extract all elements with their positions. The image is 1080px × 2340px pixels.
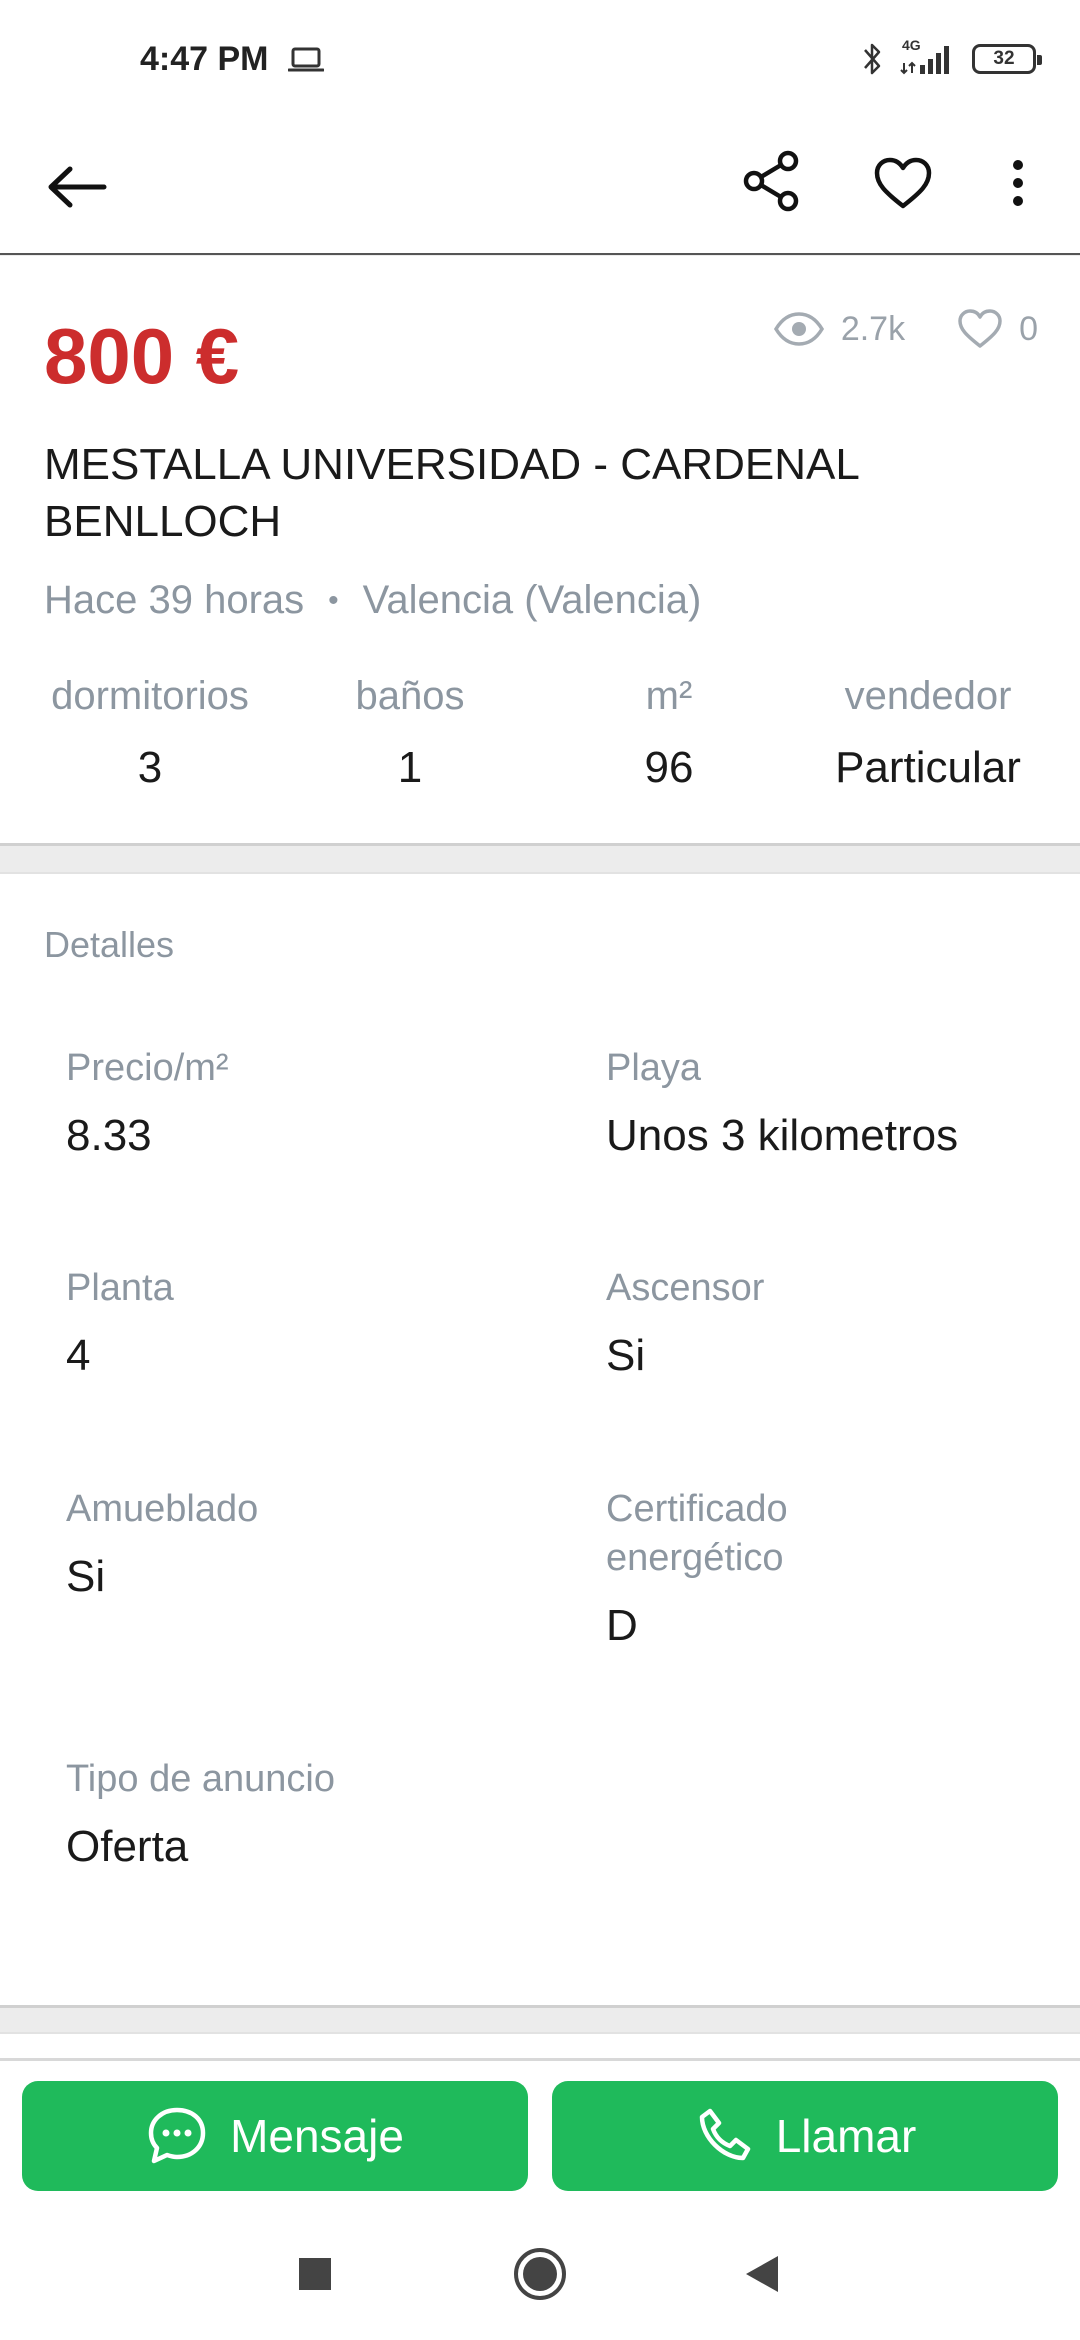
- call-button[interactable]: Llamar: [552, 2081, 1058, 2191]
- details-heading: Detalles: [44, 924, 175, 965]
- listing-features: dormitorios 3 baños 1 m² 96 vendedor Par…: [0, 674, 1080, 804]
- detail-listing-type: Tipo de anuncio Oferta: [66, 1755, 496, 1872]
- likes-count: 0: [1019, 309, 1038, 348]
- square-icon: [299, 2258, 331, 2290]
- message-button-label: Mensaje: [230, 2110, 404, 2162]
- detail-price-per-m2: Precio/m² 8.33: [66, 1044, 496, 1161]
- detail-value: D: [606, 1601, 638, 1650]
- listing-meta: Hace 39 horas • Valencia (Valencia): [44, 578, 701, 623]
- posted-time: Hace 39 horas: [44, 578, 305, 622]
- feature-bedrooms: dormitorios 3: [30, 674, 270, 793]
- eye-icon: [773, 312, 824, 346]
- arrow-left-icon: [48, 166, 107, 208]
- battery-icon: 32: [972, 44, 1042, 74]
- heart-outline-icon: [958, 309, 1002, 348]
- detail-beach: Playa Unos 3 kilometros: [606, 1044, 1036, 1161]
- message-button[interactable]: Mensaje: [22, 2081, 528, 2191]
- call-button-label: Llamar: [775, 2110, 917, 2162]
- detail-floor: Planta 4: [66, 1264, 496, 1381]
- feature-label: m²: [645, 674, 693, 718]
- feature-seller: vendedor Particular: [808, 674, 1048, 793]
- detail-value: 8.33: [66, 1111, 152, 1160]
- listing-stats: 2.7k 0: [773, 308, 1038, 350]
- listing-location: Valencia (Valencia): [362, 578, 702, 622]
- listing-summary-card: 800 € 2.7k 0 MESTALLA UNIVERSIDAD - CARD…: [0, 256, 1080, 846]
- status-time: 4:47 PM: [140, 40, 269, 78]
- listing-title: MESTALLA UNIVERSIDAD - CARDENAL BENLLOCH: [44, 440, 859, 546]
- triangle-back-icon: [746, 2256, 778, 2292]
- detail-label: Playa: [606, 1047, 702, 1089]
- signal-icon: 4G: [898, 37, 958, 77]
- heart-outline-icon: [874, 157, 932, 209]
- recents-button[interactable]: [285, 2244, 345, 2304]
- detail-value: Oferta: [66, 1822, 189, 1871]
- phone-icon: [699, 2108, 750, 2161]
- detail-value: Unos 3 kilometros: [606, 1111, 959, 1160]
- feature-value: 96: [644, 743, 694, 792]
- listing-price: 800 €: [44, 312, 240, 400]
- back-button[interactable]: [40, 150, 114, 224]
- feature-value: 3: [137, 743, 163, 792]
- meta-separator: •: [328, 583, 339, 617]
- feature-label: baños: [355, 674, 465, 718]
- views-stat: 2.7k: [773, 310, 905, 349]
- details-card: Detalles Precio/m² 8.33 Playa Unos 3 kil…: [0, 872, 1080, 2008]
- system-nav-bar: [0, 2208, 1080, 2340]
- detail-value: 4: [66, 1331, 91, 1380]
- detail-label: Planta: [66, 1267, 174, 1309]
- share-icon: [743, 150, 799, 212]
- bluetooth-icon: [864, 43, 881, 75]
- detail-label: Tipo de anuncio: [66, 1758, 336, 1800]
- feature-value: Particular: [835, 743, 1021, 792]
- network-type: 4G: [902, 37, 921, 53]
- detail-label: Precio/m²: [66, 1047, 229, 1089]
- feature-area: m² 96: [549, 674, 789, 793]
- likes-stat: 0: [957, 308, 1038, 350]
- status-bar: 4:47 PM 4G 32: [0, 0, 1080, 120]
- feature-bathrooms: baños 1: [290, 674, 530, 793]
- feature-value: 1: [397, 743, 423, 792]
- home-button[interactable]: [510, 2244, 570, 2304]
- detail-label: Amueblado: [66, 1488, 259, 1530]
- more-options-button[interactable]: [988, 146, 1048, 220]
- home-circle-icon: [514, 2248, 566, 2300]
- detail-value: Si: [606, 1331, 646, 1380]
- laptop-icon: [287, 46, 325, 79]
- action-bar: Mensaje Llamar: [0, 2058, 1080, 2208]
- favorite-button[interactable]: [866, 146, 940, 220]
- battery-level: 32: [993, 48, 1015, 69]
- views-count: 2.7k: [840, 309, 906, 348]
- detail-elevator: Ascensor Si: [606, 1264, 1036, 1381]
- detail-label: Ascensor: [606, 1267, 765, 1309]
- status-icons: 4G 32: [860, 37, 1042, 78]
- feature-label: dormitorios: [51, 674, 249, 718]
- share-button[interactable]: [735, 144, 809, 218]
- back-nav-button[interactable]: [732, 2244, 792, 2304]
- detail-furnished: Amueblado Si: [66, 1485, 496, 1602]
- listing-detail-screen: 4:47 PM 4G 32 800 € 2.7k 0 MESTALLA UNIV…: [0, 0, 1080, 2340]
- chat-bubble-icon: [148, 2107, 206, 2164]
- detail-label: Certificado energético: [606, 1488, 788, 1579]
- feature-label: vendedor: [844, 674, 1012, 718]
- detail-energy-certificate: Certificado energético D: [606, 1485, 906, 1651]
- app-bar: [0, 120, 1080, 255]
- detail-value: Si: [66, 1552, 106, 1601]
- more-vertical-icon: [1013, 160, 1023, 206]
